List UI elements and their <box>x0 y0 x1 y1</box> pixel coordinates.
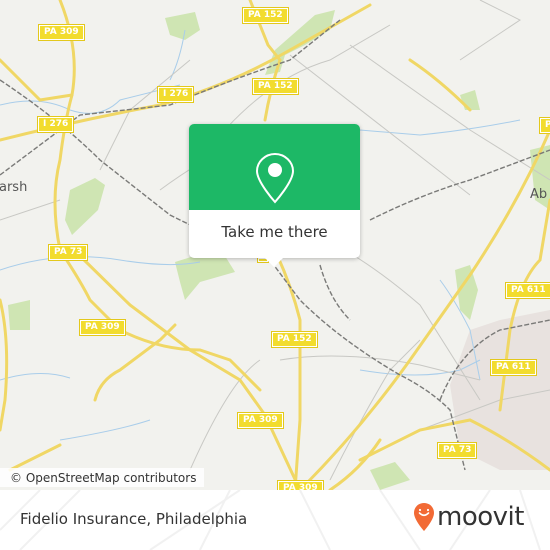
road-label-pa309: PA 309 <box>79 319 126 336</box>
footer-bar: Fidelio Insurance, Philadelphia moovit <box>0 490 550 550</box>
road-label-pa152: PA 152 <box>252 78 299 95</box>
map-attribution[interactable]: © OpenStreetMap contributors <box>0 468 205 487</box>
road-label-pa309: PA 309 <box>237 412 284 429</box>
map[interactable]: PA 309 PA 152 I 276 PA 152 I 276 PA 73 P… <box>0 0 550 497</box>
place-name: Fidelio Insurance, Philadelphia <box>20 510 248 528</box>
road-label-pa309: PA 309 <box>38 24 85 41</box>
place-label-marsh: arsh <box>0 180 28 195</box>
road-label-pa611: PA 611 <box>505 282 550 299</box>
road-label-pa73: PA 73 <box>47 244 89 261</box>
road-label-pa152: PA 152 <box>271 331 318 348</box>
road-label-i276: I 276 <box>156 86 195 103</box>
popup-pointer <box>264 257 284 267</box>
place-label-abington: Ab <box>530 187 548 202</box>
road-label-pa611: PA 611 <box>490 359 537 376</box>
map-pin-icon <box>255 152 295 204</box>
take-me-there-button[interactable]: Take me there <box>189 210 360 258</box>
moovit-wordmark: moovit <box>437 502 524 532</box>
destination-popup: Take me there <box>189 124 360 267</box>
moovit-pin-icon <box>414 503 434 531</box>
road-label-i276: I 276 <box>36 116 75 133</box>
moovit-logo[interactable]: moovit <box>413 502 524 532</box>
popup-header <box>189 124 360 210</box>
road-label-edge: P <box>539 117 550 134</box>
road-label-pa73: PA 73 <box>436 442 478 459</box>
road-label-pa152: PA 152 <box>242 7 289 24</box>
